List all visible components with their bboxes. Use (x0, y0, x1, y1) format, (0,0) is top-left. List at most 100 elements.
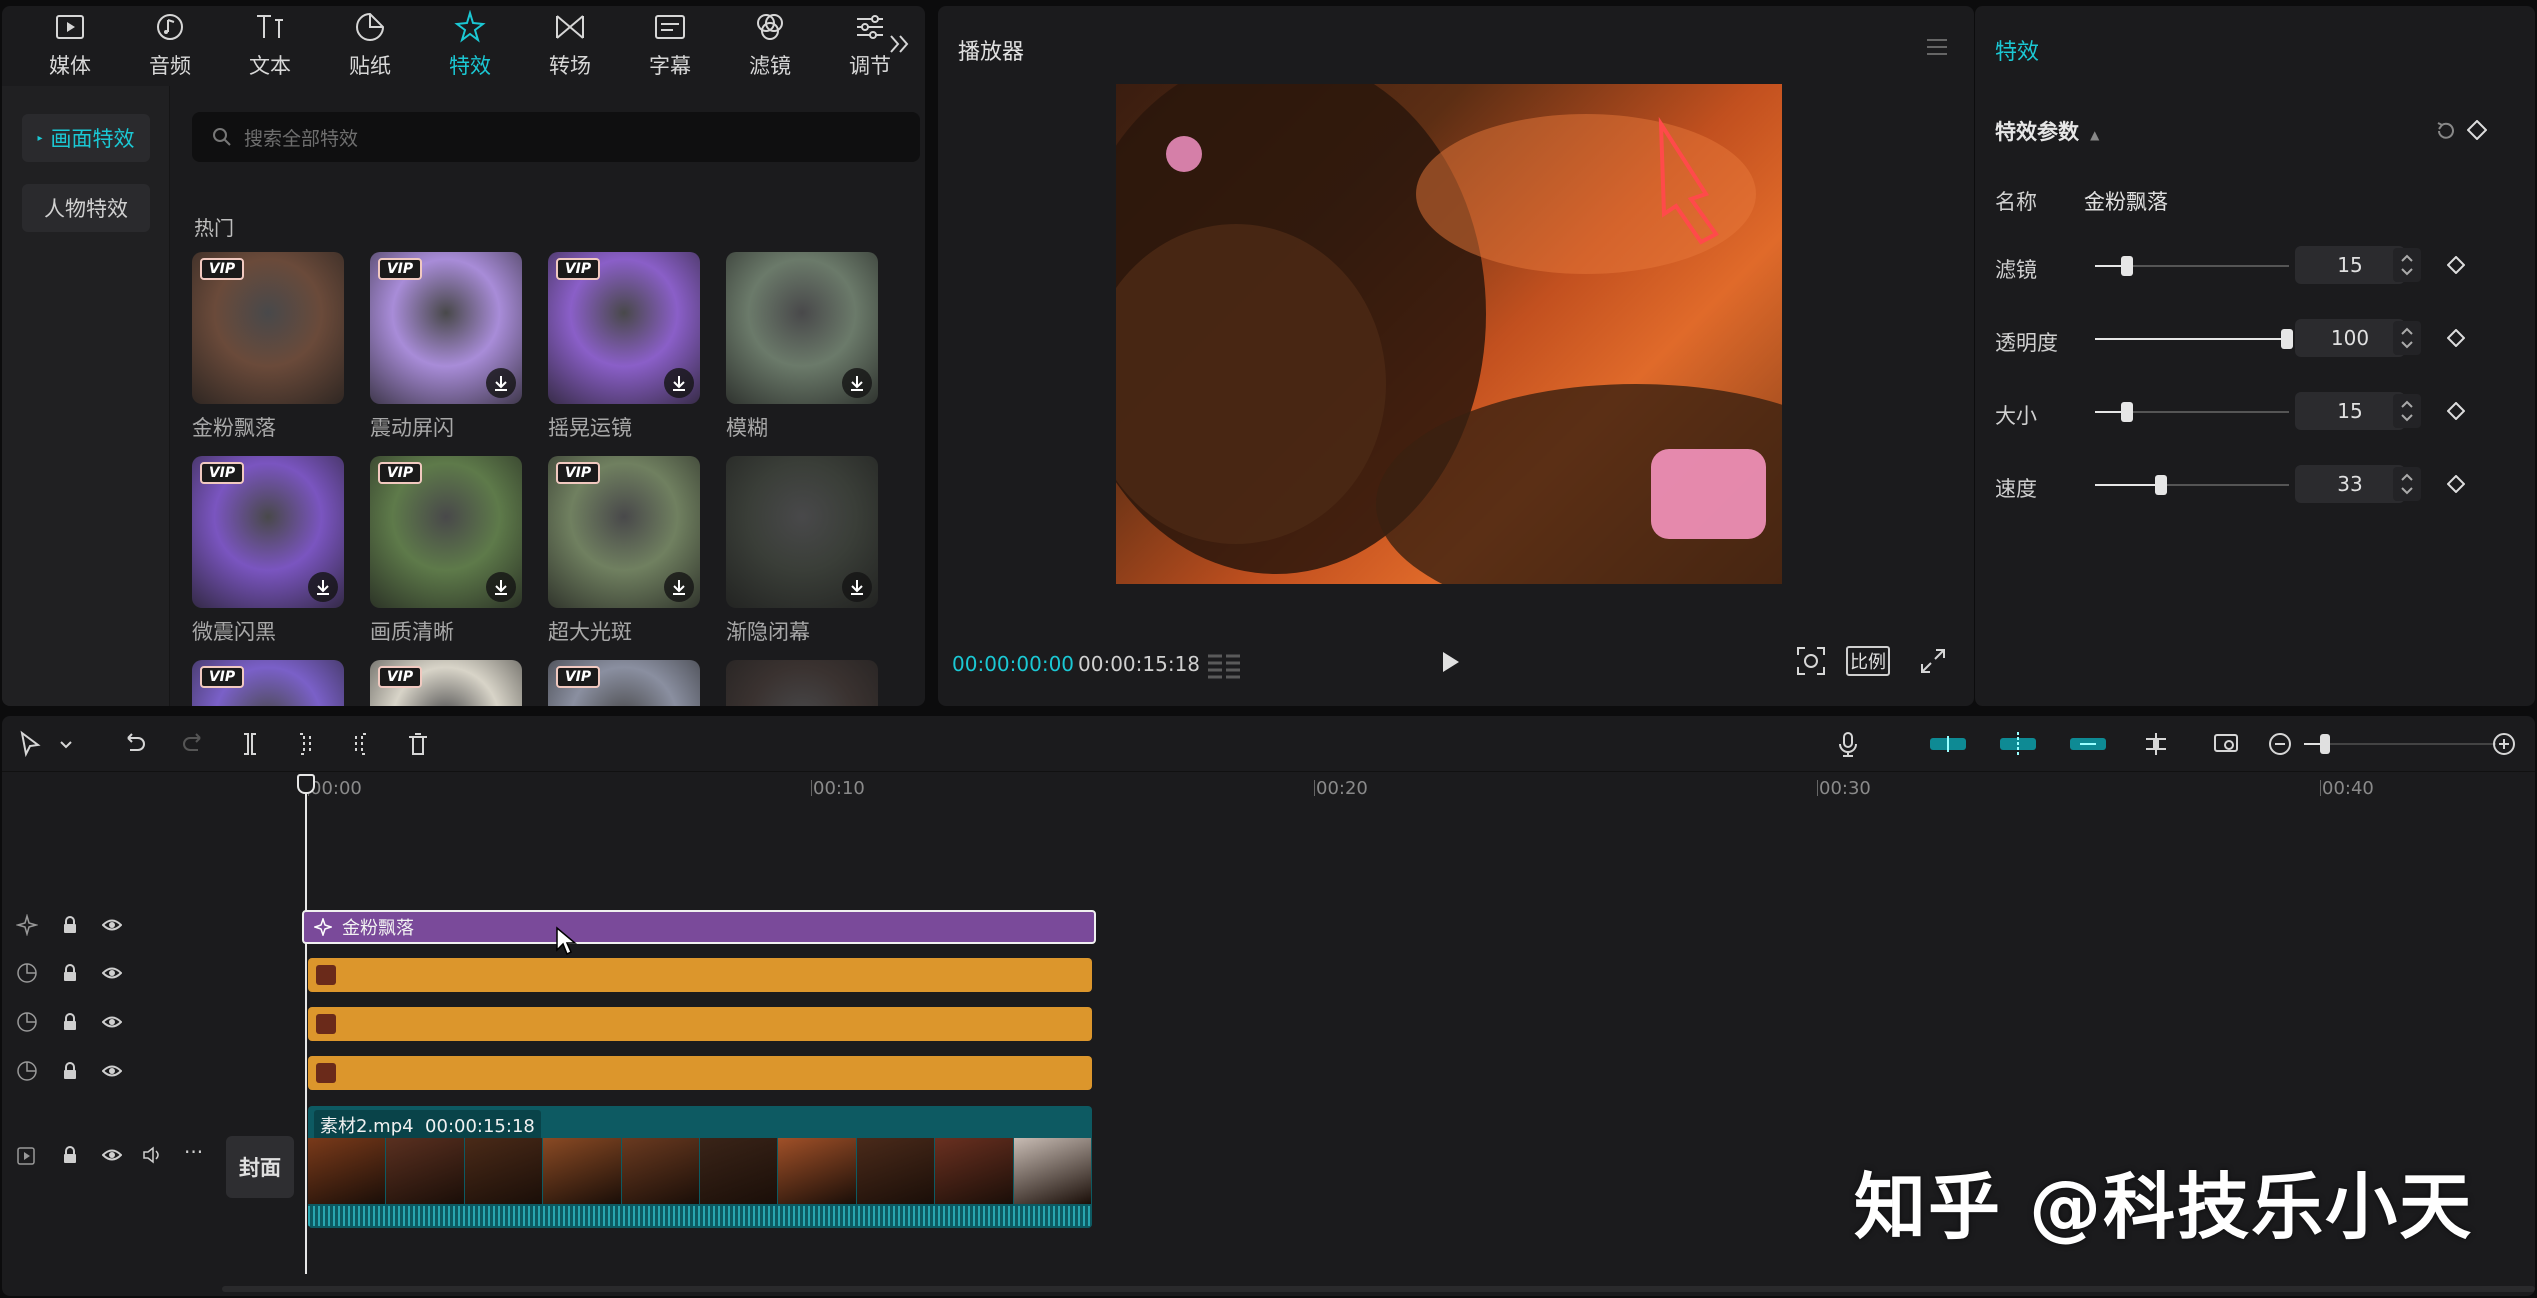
zoom-out-icon[interactable] (2266, 730, 2294, 758)
zoom-fit-icon[interactable] (2212, 730, 2240, 758)
auto-snap-icon[interactable] (1998, 730, 2038, 758)
param-value-input[interactable]: 15 (2295, 392, 2405, 430)
param-slider-knob[interactable] (2121, 256, 2133, 276)
tab-sticker[interactable]: 贴纸 (320, 6, 420, 84)
download-icon[interactable] (664, 572, 694, 602)
eye-icon[interactable] (102, 916, 122, 934)
keyframe-icon[interactable] (2447, 475, 2465, 493)
sticker-clip-1[interactable] (308, 958, 1092, 992)
effect-card[interactable]: VIP 摇晃运镜 (548, 252, 700, 442)
split-icon[interactable] (236, 730, 264, 758)
tab-text[interactable]: 文本 (220, 6, 320, 84)
main-track-magnet-icon[interactable] (1928, 730, 1968, 758)
time-ruler[interactable]: 00:00 00:10 00:20 00:30 00:40 (2, 772, 2535, 804)
trim-left-icon[interactable] (290, 730, 318, 758)
effect-card[interactable]: VIP (192, 660, 344, 706)
playhead[interactable] (297, 774, 315, 1274)
effect-card[interactable] (726, 660, 878, 706)
screenshot-icon[interactable] (1796, 646, 1826, 676)
horizontal-scrollbar[interactable] (222, 1286, 2535, 1292)
menu-icon[interactable] (1926, 36, 1948, 58)
category-screen-effects[interactable]: ▸ 画面特效 (22, 114, 150, 162)
delete-icon[interactable] (404, 730, 432, 758)
lock-icon[interactable] (62, 1146, 78, 1164)
download-icon[interactable] (486, 368, 516, 398)
effect-card[interactable]: VIP 超大光斑 (548, 456, 700, 646)
ratio-button[interactable]: 比例 (1846, 646, 1890, 676)
microphone-icon[interactable] (1834, 730, 1862, 758)
param-value-input[interactable]: 100 (2295, 319, 2405, 357)
lock-icon[interactable] (62, 916, 78, 934)
eye-icon[interactable] (102, 1013, 122, 1031)
select-cursor-icon[interactable] (16, 730, 44, 758)
timeline-list-icon[interactable] (1206, 652, 1242, 680)
effect-card[interactable]: 模糊 (726, 252, 878, 442)
chevron-down-icon[interactable] (58, 730, 74, 758)
undo-icon[interactable] (120, 730, 148, 758)
eye-icon[interactable] (102, 1062, 122, 1080)
param-value-input[interactable]: 15 (2295, 246, 2405, 284)
keyframe-icon[interactable] (2447, 402, 2465, 420)
zoom-slider-knob[interactable] (2320, 734, 2330, 754)
tab-audio[interactable]: 音频 (120, 6, 220, 84)
preview-axis-icon[interactable] (2142, 730, 2170, 758)
tab-filter[interactable]: 滤镜 (720, 6, 820, 84)
effect-card[interactable]: VIP 金粉飘落 (192, 252, 344, 442)
effect-clip[interactable]: 金粉飘落 (302, 910, 1096, 944)
more-options-icon[interactable]: ··· (184, 1140, 203, 1164)
param-slider-knob[interactable] (2121, 402, 2133, 422)
param-stepper[interactable] (2393, 394, 2421, 428)
param-slider[interactable] (2095, 329, 2293, 349)
param-stepper[interactable] (2393, 248, 2421, 282)
reset-icon[interactable] (2435, 120, 2457, 142)
param-stepper[interactable] (2393, 467, 2421, 501)
effect-card[interactable]: VIP (548, 660, 700, 706)
search-input[interactable]: 搜索全部特效 (192, 112, 920, 162)
effect-card[interactable]: VIP (370, 660, 522, 706)
eye-icon[interactable] (102, 1146, 122, 1164)
tab-subtitle[interactable]: 字幕 (620, 6, 720, 84)
keyframe-icon[interactable] (2447, 329, 2465, 347)
effect-card[interactable]: VIP 震动屏闪 (370, 252, 522, 442)
effect-card[interactable]: VIP 画质清晰 (370, 456, 522, 646)
param-slider[interactable] (2095, 475, 2289, 495)
video-preview[interactable] (1116, 84, 1782, 584)
category-person-effects[interactable]: 人物特效 (22, 184, 150, 232)
fullscreen-icon[interactable] (1920, 648, 1946, 674)
param-value-input[interactable]: 33 (2295, 465, 2405, 503)
cover-button[interactable]: 封面 (226, 1136, 294, 1198)
sticker-clip-3[interactable] (308, 1056, 1092, 1090)
lock-icon[interactable] (62, 964, 78, 982)
playhead-handle[interactable] (297, 774, 315, 794)
zoom-slider[interactable] (2304, 734, 2496, 754)
main-video-clip[interactable]: 素材2.mp4 00:00:15:18 (308, 1106, 1092, 1228)
param-slider-knob[interactable] (2281, 329, 2293, 349)
play-icon[interactable] (1438, 650, 1462, 674)
param-slider[interactable] (2095, 402, 2289, 422)
zoom-in-icon[interactable] (2490, 730, 2518, 758)
effect-card[interactable]: 渐隐闭幕 (726, 456, 878, 646)
param-slider-knob[interactable] (2155, 475, 2167, 495)
sticker-clip-2[interactable] (308, 1007, 1092, 1041)
eye-icon[interactable] (102, 964, 122, 982)
param-stepper[interactable] (2393, 321, 2421, 355)
lock-icon[interactable] (62, 1062, 78, 1080)
download-icon[interactable] (664, 368, 694, 398)
keyframe-icon[interactable] (2467, 120, 2487, 140)
download-icon[interactable] (486, 572, 516, 602)
tab-effect-star[interactable]: 特效 (420, 6, 520, 84)
tab-transition[interactable]: 转场 (520, 6, 620, 84)
keyframe-icon[interactable] (2447, 256, 2465, 274)
effect-card[interactable]: VIP 微震闪黑 (192, 456, 344, 646)
download-icon[interactable] (308, 572, 338, 602)
linkage-icon[interactable] (2068, 730, 2108, 758)
tab-media[interactable]: 媒体 (20, 6, 120, 84)
trim-right-icon[interactable] (348, 730, 376, 758)
param-slider[interactable] (2095, 256, 2289, 276)
volume-icon[interactable] (142, 1146, 164, 1164)
download-icon[interactable] (842, 368, 872, 398)
more-tabs-icon[interactable] (885, 30, 913, 58)
lock-icon[interactable] (62, 1013, 78, 1031)
collapse-icon[interactable]: ▲ (2090, 128, 2099, 142)
download-icon[interactable] (842, 572, 872, 602)
